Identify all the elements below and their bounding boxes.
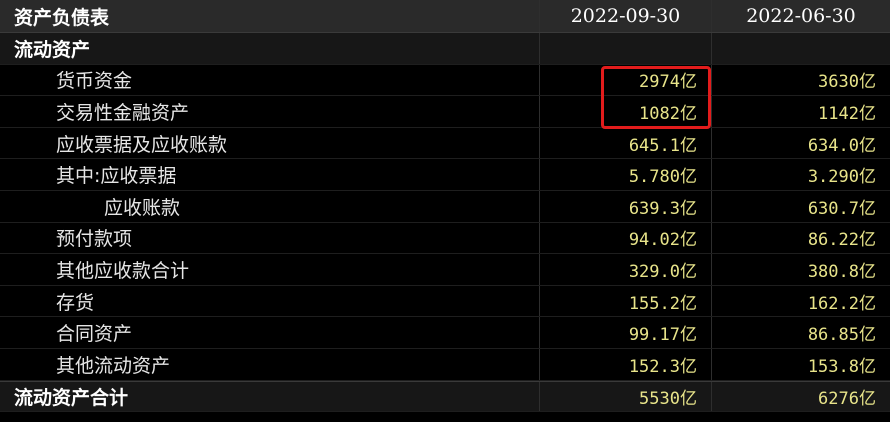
table-row-contract-assets[interactable]: 合同资产 99.17亿 86.85亿 [0,317,890,349]
table-header: 资产负债表 2022-09-30 2022-06-30 [0,0,890,33]
row-label: 交易性金融资产 [0,96,540,127]
row-label: 应收票据及应收账款 [0,127,540,159]
section-label: 流动资产 [0,33,540,64]
table-row-total-current-assets[interactable]: 流动资产合计 5530亿 6276亿 [0,380,890,413]
column-header-2022-09-30[interactable]: 2022-09-30 [540,0,712,32]
value-2022-09-30: 5.780亿 [540,159,712,190]
value-2022-09-30: 2974亿 [540,64,712,96]
value-2022-06-30: 86.22亿 [807,230,876,251]
total-value-2022-06-30: 6276亿 [818,388,876,409]
table-row-prepayments[interactable]: 预付款项 94.02亿 86.22亿 [0,222,890,255]
section-row-current-assets: 流动资产 [0,33,890,65]
row-label: 货币资金 [0,64,540,96]
value-2022-09-30: 155.2亿 [540,285,712,317]
column-header-2022-06-30[interactable]: 2022-06-30 [712,0,890,32]
value-2022-06-30: 1142亿 [818,103,876,124]
value-2022-09-30: 152.3亿 [540,348,712,380]
value-2022-06-30: 634.0亿 [807,135,876,156]
empty-cell [712,33,890,64]
empty-cell [540,33,712,64]
value-2022-06-30: 380.8亿 [807,261,876,282]
row-label: 其中:应收票据 [0,159,540,190]
value-2022-09-30: 329.0亿 [540,254,712,285]
value-2022-09-30: 645.1亿 [540,127,712,159]
table-row-inventory[interactable]: 存货 155.2亿 162.2亿 [0,285,890,318]
value-2022-09-30: 1082亿 [540,96,712,127]
table-row-accounts-receivable[interactable]: 应收账款 639.3亿 630.7亿 [0,190,890,223]
table-title: 资产负债表 [0,0,540,32]
row-label: 其他流动资产 [0,348,540,380]
value-2022-06-30: 3630亿 [818,72,876,93]
table-row-notes-receivable[interactable]: 其中:应收票据 5.780亿 3.290亿 [0,159,890,191]
value-2022-06-30: 630.7亿 [807,198,876,219]
row-label: 预付款项 [0,222,540,254]
table-row-other-current-assets[interactable]: 其他流动资产 152.3亿 153.8亿 [0,348,890,381]
table-row-cash[interactable]: 货币资金 2974亿 3630亿 [0,64,890,97]
table-row-other-receivables-total[interactable]: 其他应收款合计 329.0亿 380.8亿 [0,254,890,286]
value-2022-06-30: 162.2亿 [807,293,876,314]
table-row-notes-and-accounts-receivable[interactable]: 应收票据及应收账款 645.1亿 634.0亿 [0,127,890,160]
table-row-trading-financial-assets[interactable]: 交易性金融资产 1082亿 1142亿 [0,96,890,128]
value-2022-06-30: 3.290亿 [807,167,876,188]
value-2022-09-30: 94.02亿 [540,222,712,254]
row-label: 存货 [0,285,540,317]
row-label: 其他应收款合计 [0,254,540,285]
value-2022-06-30: 86.85亿 [807,325,876,346]
row-label: 应收账款 [0,190,540,222]
row-label: 合同资产 [0,317,540,348]
value-2022-09-30: 99.17亿 [540,317,712,348]
value-2022-06-30: 153.8亿 [807,356,876,377]
value-2022-09-30: 639.3亿 [540,190,712,222]
total-value-2022-09-30: 5530亿 [540,381,712,412]
total-label: 流动资产合计 [0,381,540,412]
balance-sheet-table: 资产负债表 2022-09-30 2022-06-30 流动资产 货币资金 29… [0,0,890,413]
